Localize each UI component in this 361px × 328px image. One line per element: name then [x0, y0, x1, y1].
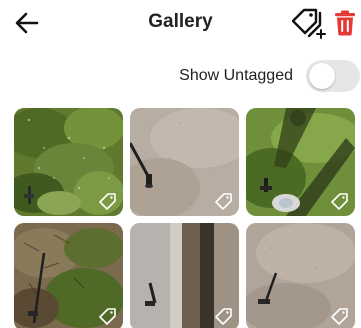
photo-thumbnail[interactable] [130, 108, 239, 216]
toggle-knob [309, 63, 335, 89]
arrow-left-icon [15, 12, 39, 34]
tag-outline-icon [99, 193, 116, 210]
photo-thumbnail[interactable] [130, 223, 239, 328]
tag-outline-icon [99, 308, 116, 325]
photo-thumbnail[interactable] [14, 223, 123, 328]
back-button[interactable] [12, 8, 42, 38]
photo-thumbnail[interactable] [246, 108, 355, 216]
show-untagged-row: Show Untagged [0, 58, 361, 94]
add-tag-button[interactable] [291, 7, 327, 41]
tag-outline-icon [331, 308, 348, 325]
tags-plus-icon [291, 8, 326, 39]
trash-icon [335, 10, 355, 36]
photo-grid [14, 108, 361, 328]
photo-thumbnail[interactable] [14, 108, 123, 216]
header: Gallery [0, 0, 361, 46]
tag-outline-icon [331, 193, 348, 210]
show-untagged-label: Show Untagged [179, 67, 293, 84]
show-untagged-toggle[interactable] [306, 60, 360, 92]
tag-outline-icon [215, 193, 232, 210]
delete-button[interactable] [333, 9, 357, 37]
tag-outline-icon [215, 308, 232, 325]
gallery-screen: Gallery Show Untagged [0, 0, 361, 328]
photo-thumbnail[interactable] [246, 223, 355, 328]
